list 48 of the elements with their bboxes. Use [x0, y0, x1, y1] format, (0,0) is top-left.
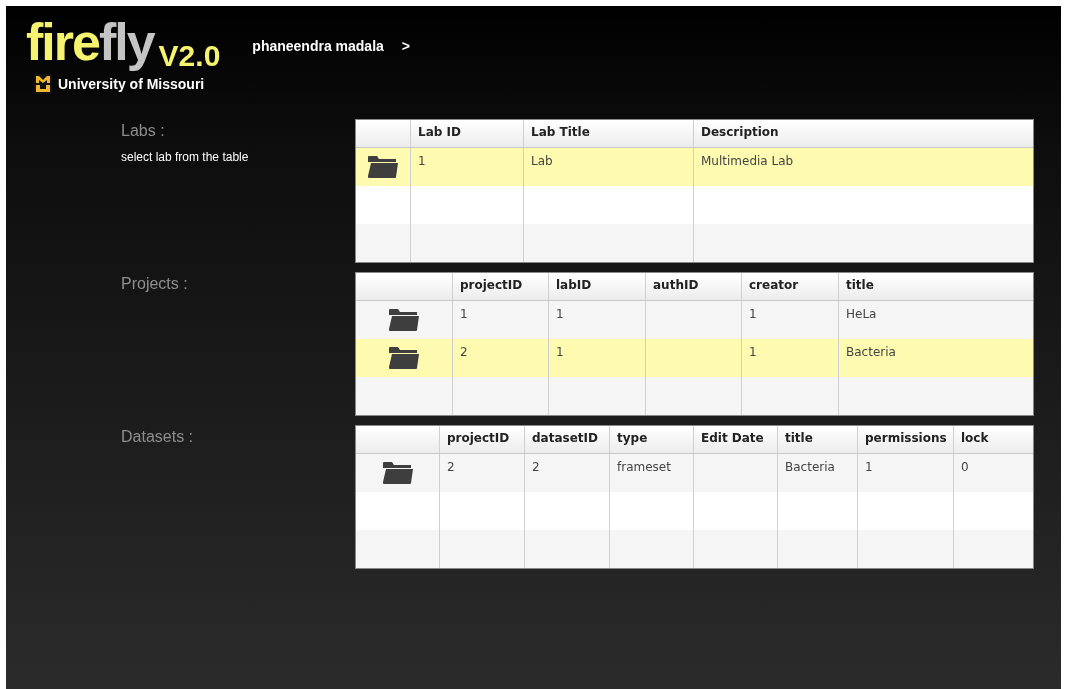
folder-icon — [388, 346, 420, 369]
section-label: Projects : — [121, 275, 189, 293]
table-cell: 1 — [460, 307, 468, 321]
table-cell: 1 — [749, 345, 757, 359]
user-name[interactable]: phaneendra madala — [252, 38, 384, 54]
table-cell: 1 — [865, 460, 873, 474]
version-label: V2.0 — [158, 42, 221, 70]
column-header[interactable]: projectID — [440, 426, 525, 453]
column-header[interactable]: datasetID — [525, 426, 610, 453]
table-cell: 0 — [961, 460, 969, 474]
column-header[interactable]: authID — [646, 273, 742, 300]
folder-icon — [367, 155, 399, 178]
firefly-logo-text: firefly — [26, 12, 156, 72]
table-cell: 2 — [447, 460, 455, 474]
section-label: Datasets : — [121, 428, 195, 446]
table-cell: 1 — [749, 307, 757, 321]
section-hint: select lab from the table — [121, 150, 250, 164]
table-cell: 1 — [556, 345, 564, 359]
column-header[interactable]: Description — [694, 120, 1033, 147]
column-header[interactable]: type — [610, 426, 694, 453]
table-cell: Bacteria — [785, 460, 835, 474]
column-header[interactable]: permissions — [858, 426, 954, 453]
breadcrumb-arrow[interactable]: > — [401, 38, 410, 54]
table-cell: frameset — [617, 460, 671, 474]
table-cell: 2 — [532, 460, 540, 474]
folder-icon — [388, 308, 420, 331]
university-logo-icon — [34, 74, 52, 94]
table-cell: 1 — [418, 154, 426, 168]
table-cell: HeLa — [846, 307, 877, 321]
table-cell: Multimedia Lab — [701, 154, 794, 168]
university-name: University of Missouri — [58, 76, 205, 92]
column-header[interactable]: Lab Title — [524, 120, 694, 147]
column-header[interactable]: Lab ID — [411, 120, 524, 147]
column-header[interactable]: lock — [954, 426, 1033, 453]
column-header[interactable]: Edit Date — [694, 426, 778, 453]
column-header[interactable]: creator — [742, 273, 839, 300]
table-cell: Lab — [531, 154, 553, 168]
table-cell: 2 — [460, 345, 468, 359]
column-header[interactable]: labID — [549, 273, 646, 300]
table-cell: Bacteria — [846, 345, 896, 359]
table-row[interactable]: 2 1 1 Bacteria — [356, 339, 1033, 377]
column-header[interactable]: projectID — [453, 273, 549, 300]
column-header[interactable]: title — [839, 273, 1033, 300]
table-cell: 1 — [556, 307, 564, 321]
table-row[interactable]: 1 Lab Multimedia Lab — [356, 148, 1033, 186]
column-header[interactable]: title — [778, 426, 858, 453]
folder-icon — [381, 461, 414, 484]
section-label: Labs : — [121, 122, 166, 140]
